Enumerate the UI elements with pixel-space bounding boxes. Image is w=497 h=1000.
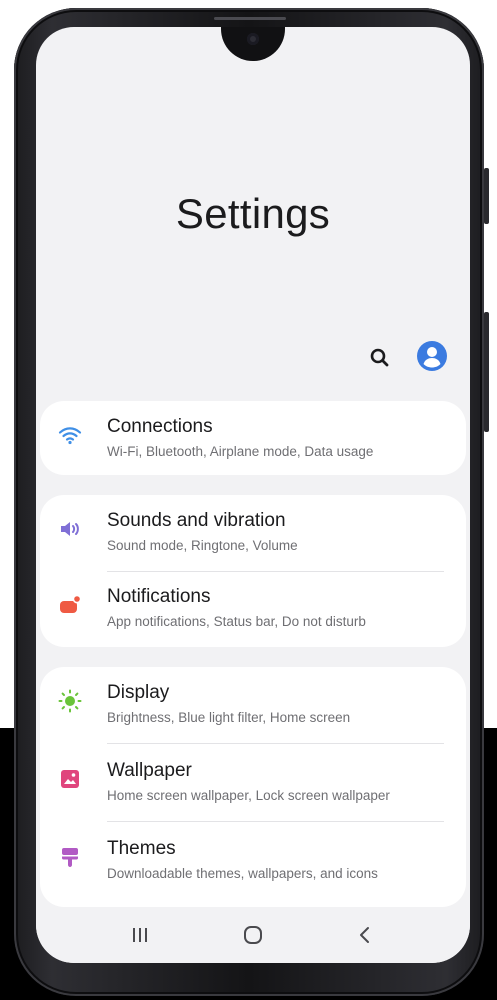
- setting-title: Themes: [107, 838, 176, 859]
- home-button[interactable]: [233, 915, 273, 955]
- setting-title: Display: [107, 682, 170, 703]
- back-button[interactable]: [345, 915, 385, 955]
- search-button[interactable]: [366, 344, 394, 372]
- setting-subtitle: App notifications, Status bar, Do not di…: [107, 614, 366, 629]
- phone-screen: Settings Connections Wi-Fi, Bluetooth, A…: [36, 27, 470, 963]
- settings-group-1: Connections Wi-Fi, Bluetooth, Airplane m…: [40, 401, 466, 475]
- setting-item-notifications[interactable]: Notifications App notifications, Status …: [40, 571, 466, 647]
- account-button[interactable]: [416, 340, 448, 372]
- page-title: Settings: [175, 190, 331, 237]
- row-divider: [107, 821, 444, 822]
- setting-title: Notifications: [107, 586, 211, 607]
- setting-title: Connections: [107, 416, 213, 437]
- setting-subtitle: Home screen wallpaper, Lock screen wallp…: [107, 788, 390, 803]
- row-divider: [107, 743, 444, 744]
- themes-icon: [62, 848, 78, 867]
- settings-group-2: Sounds and vibration Sound mode, Rington…: [40, 495, 466, 647]
- header-actions: [366, 340, 456, 376]
- home-icon: [244, 926, 262, 944]
- wifi-icon: [58, 427, 82, 445]
- setting-subtitle: Sound mode, Ringtone, Volume: [107, 538, 298, 553]
- setting-item-display[interactable]: Display Brightness, Blue light filter, H…: [40, 667, 466, 743]
- volume-button: [484, 312, 489, 432]
- account-icon: [417, 341, 447, 371]
- setting-item-themes[interactable]: Themes Downloadable themes, wallpapers, …: [40, 823, 466, 899]
- recents-icon: [133, 928, 147, 942]
- setting-subtitle: Downloadable themes, wallpapers, and ico…: [107, 866, 378, 881]
- front-camera-icon: [247, 33, 259, 45]
- setting-item-sounds[interactable]: Sounds and vibration Sound mode, Rington…: [40, 495, 466, 571]
- volume-icon: [61, 522, 79, 536]
- product-photo-scene: Settings Connections Wi-Fi, Bluetooth, A…: [0, 0, 497, 1000]
- wallpaper-icon: [61, 770, 79, 788]
- camera-notch: [221, 27, 285, 61]
- setting-subtitle: Wi-Fi, Bluetooth, Airplane mode, Data us…: [107, 444, 374, 459]
- search-icon: [370, 348, 389, 367]
- notification-icon: [60, 594, 82, 613]
- navigation-bar: [36, 907, 470, 963]
- back-icon: [360, 927, 369, 943]
- setting-item-wallpaper[interactable]: Wallpaper Home screen wallpaper, Lock sc…: [40, 745, 466, 821]
- setting-item-connections[interactable]: Connections Wi-Fi, Bluetooth, Airplane m…: [40, 401, 466, 477]
- settings-group-3: Display Brightness, Blue light filter, H…: [40, 667, 466, 907]
- earpiece-speaker: [214, 17, 286, 20]
- brightness-icon: [58, 689, 82, 713]
- power-button: [484, 168, 489, 224]
- setting-subtitle: Brightness, Blue light filter, Home scre…: [107, 710, 351, 725]
- setting-title: Wallpaper: [107, 760, 192, 781]
- recents-button[interactable]: [120, 915, 160, 955]
- setting-title: Sounds and vibration: [107, 510, 286, 531]
